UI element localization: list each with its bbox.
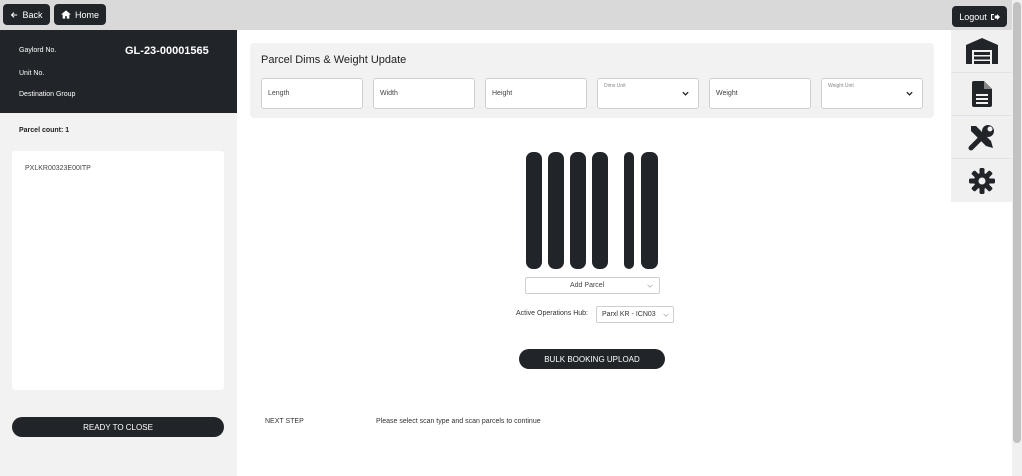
height-field[interactable]: Height xyxy=(485,78,587,109)
unit-label: Unit No. xyxy=(19,70,45,77)
rail-item-tools[interactable] xyxy=(951,116,1012,159)
arrow-left-icon xyxy=(11,11,18,18)
width-placeholder: Width xyxy=(380,90,398,97)
dims-title: Parcel Dims & Weight Update xyxy=(261,54,407,66)
weight-unit-select[interactable]: Weight Unit xyxy=(821,78,923,109)
rail-item-warehouse[interactable] xyxy=(951,30,1012,73)
parcel-panel: Parcel count: 1 PXLKR00323E00ITP READY T… xyxy=(0,113,237,476)
scrollbar-thumb[interactable] xyxy=(1013,2,1021,443)
bulk-booking-upload-button[interactable]: BULK BOOKING UPLOAD xyxy=(519,349,665,369)
gear-icon xyxy=(968,167,995,194)
home-button[interactable]: Home xyxy=(54,4,106,25)
height-placeholder: Height xyxy=(492,90,513,97)
chevron-down-icon xyxy=(906,91,913,96)
chevron-down-icon xyxy=(663,313,669,317)
add-parcel-label: Add Parcel xyxy=(570,282,605,289)
weight-placeholder: Weight xyxy=(716,90,738,97)
logout-button[interactable]: Logout xyxy=(952,6,1007,27)
gaylord-number: GL-23-00001565 xyxy=(125,45,209,57)
ready-to-close-button[interactable]: READY TO CLOSE xyxy=(12,417,224,437)
list-item: PXLKR00323E00ITP xyxy=(25,165,91,172)
destination-group-label: Destination Group xyxy=(19,91,76,98)
hub-select[interactable]: Parxl KR - ICN03 xyxy=(596,306,674,323)
next-step-message: Please select scan type and scan parcels… xyxy=(376,418,541,425)
weight-unit-label: Weight Unit xyxy=(828,83,854,89)
width-field[interactable]: Width xyxy=(373,78,475,109)
home-button-label: Home xyxy=(74,9,99,20)
barcode-icon[interactable] xyxy=(525,152,659,269)
dims-unit-select[interactable]: Dims Unit xyxy=(597,78,699,109)
hub-value: Parxl KR - ICN03 xyxy=(602,311,656,318)
weight-field[interactable]: Weight xyxy=(709,78,811,109)
tools-icon xyxy=(968,125,994,151)
warehouse-icon xyxy=(965,38,998,64)
next-step-label: NEXT STEP xyxy=(265,418,304,425)
rail-item-settings[interactable] xyxy=(951,159,1012,202)
chevron-down-icon xyxy=(647,284,653,288)
top-bar xyxy=(0,0,1012,30)
parcel-list[interactable]: PXLKR00323E00ITP xyxy=(12,151,224,390)
back-button[interactable]: Back xyxy=(3,4,50,25)
gaylord-label: Gaylord No. xyxy=(19,47,57,54)
dims-unit-label: Dims Unit xyxy=(604,83,626,89)
add-parcel-select[interactable]: Add Parcel xyxy=(525,277,660,294)
gaylord-header: Gaylord No. GL-23-00001565 Unit No. Dest… xyxy=(0,30,237,113)
parcel-dims-card: Parcel Dims & Weight Update Length Width… xyxy=(250,43,934,118)
logout-button-label: Logout xyxy=(959,11,987,22)
document-icon xyxy=(971,81,992,107)
home-icon xyxy=(60,10,71,19)
right-rail xyxy=(951,30,1012,202)
rail-item-document[interactable] xyxy=(951,73,1012,116)
hub-label: Active Operations Hub: xyxy=(516,310,588,317)
page-scrollbar[interactable] xyxy=(1012,0,1022,476)
chevron-down-icon xyxy=(682,91,689,96)
back-button-label: Back xyxy=(22,9,43,20)
length-field[interactable]: Length xyxy=(261,78,363,109)
parcel-count: Parcel count: 1 xyxy=(19,127,70,134)
logout-icon xyxy=(990,13,1000,20)
length-placeholder: Length xyxy=(268,90,290,97)
